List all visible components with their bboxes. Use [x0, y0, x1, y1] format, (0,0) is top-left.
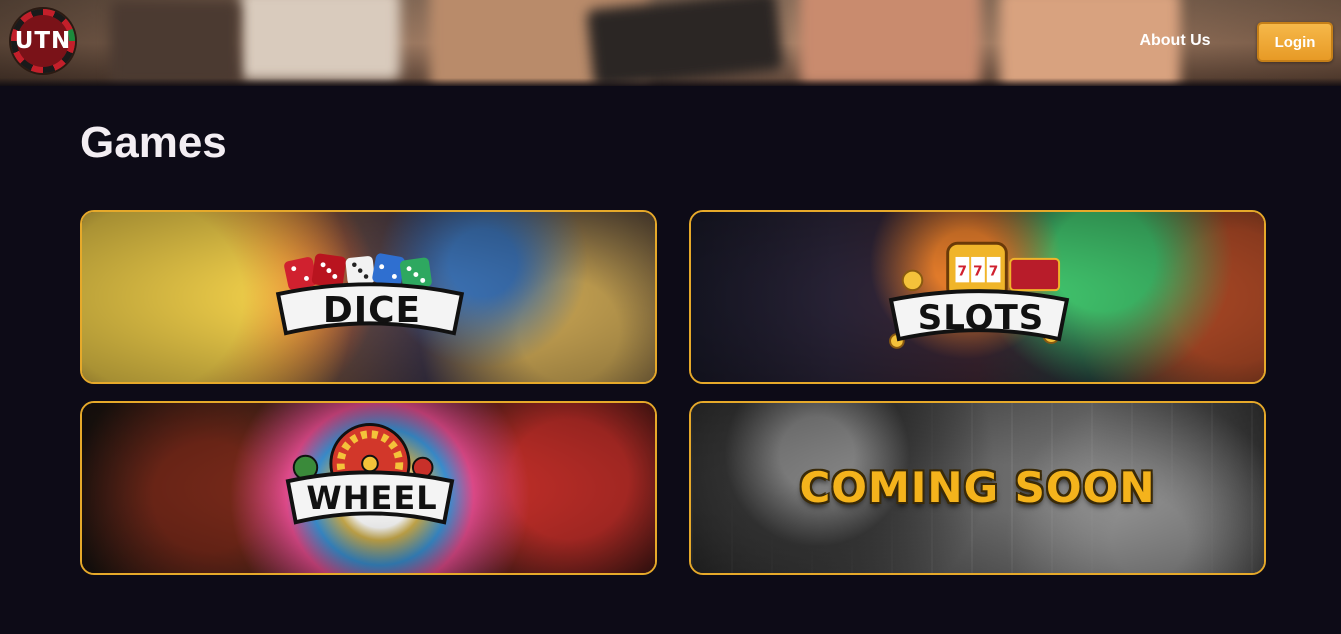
header-bg-shape [586, 0, 784, 86]
dice-logo-text: DICE [322, 290, 422, 331]
site-header: UTN About Us Login [0, 0, 1341, 86]
slots-logo-graphic: 777 [888, 241, 1070, 349]
header-bg-shape [800, 0, 980, 85]
header-bg-shape [110, 0, 240, 86]
nav-about-us-link[interactable]: About Us [1132, 32, 1218, 50]
header-bg-shape [240, 0, 400, 80]
site-logo[interactable]: UTN [11, 9, 75, 73]
game-card-wheel[interactable]: WHEEL [80, 401, 657, 575]
login-button[interactable]: Login [1257, 22, 1333, 62]
svg-text:7: 7 [989, 264, 999, 280]
header-bottom-fade [0, 78, 1341, 86]
game-card-slots[interactable]: 777 SLOTS [689, 210, 1266, 384]
game-card-dice[interactable]: DICE [80, 210, 657, 384]
wheel-logo-text: WHEEL [306, 479, 438, 517]
logo-text: UTN [14, 28, 72, 54]
page-title: Games [80, 118, 227, 167]
svg-text:7: 7 [973, 264, 983, 280]
slots-logo-text: SLOTS [917, 298, 1045, 338]
coming-soon-label: COMING SOON [799, 463, 1156, 512]
game-card-coming-soon[interactable]: COMING SOON [689, 401, 1266, 575]
svg-text:7: 7 [957, 264, 967, 280]
logo-center: UTN [14, 15, 72, 67]
